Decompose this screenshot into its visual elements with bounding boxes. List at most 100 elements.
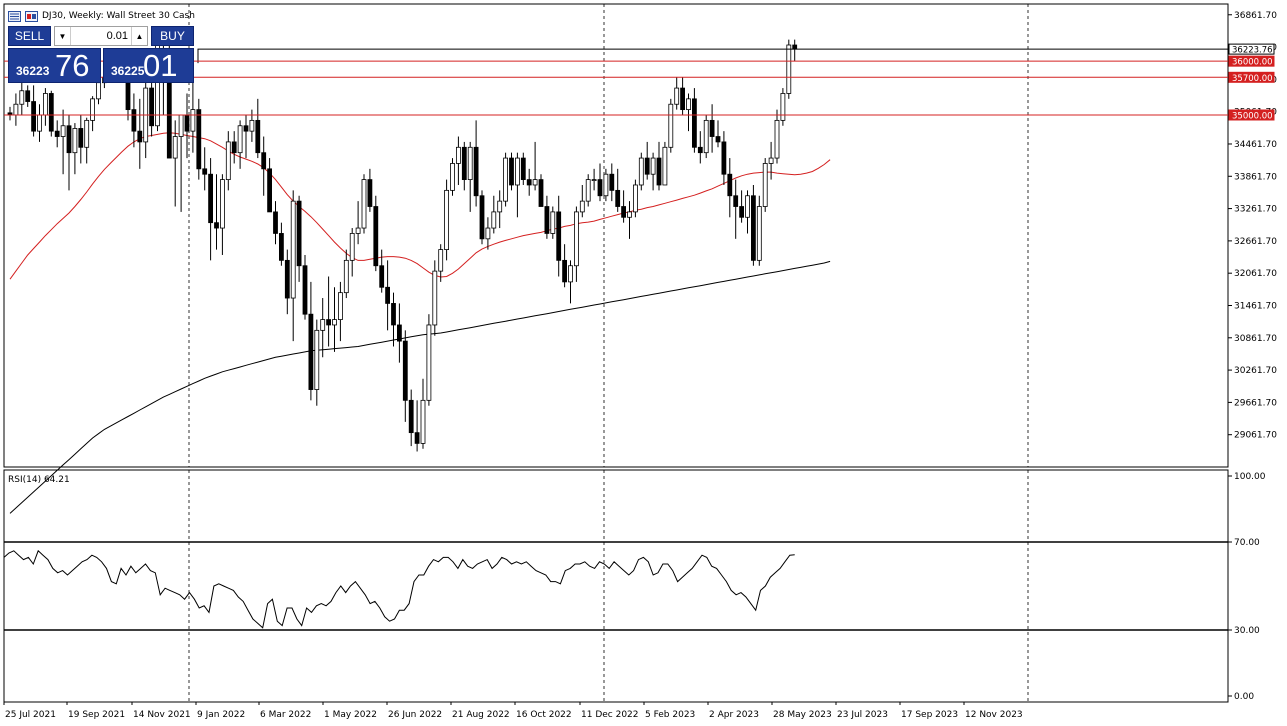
- chevron-down-icon[interactable]: ▼: [55, 27, 71, 45]
- bear-candle-body: [78, 128, 84, 148]
- ask-price-button[interactable]: 36225 01: [103, 48, 194, 83]
- price-axis: 36861.7036261.7035661.7035061.7034461.70…: [1228, 11, 1277, 441]
- chart-menu-icon[interactable]: [8, 10, 21, 22]
- time-tick-label: 12 Nov 2023: [965, 710, 1023, 720]
- bull-candle-body: [219, 179, 225, 229]
- candle: [668, 98, 674, 153]
- time-tick-label: 6 Mar 2022: [260, 710, 311, 720]
- bull-candle-body: [585, 179, 591, 202]
- time-axis: 25 Jul 2021 19 Sep 2021 14 Nov 2021 9 Jan 2…: [3, 702, 1023, 720]
- candle: [225, 131, 231, 191]
- candle: [78, 114, 84, 164]
- chevron-up-icon[interactable]: ▲: [131, 27, 147, 45]
- bear-candle-body: [408, 399, 414, 434]
- bull-candle-body: [343, 259, 349, 294]
- ma-slow-line: [9, 260, 831, 514]
- candle: [461, 141, 467, 191]
- bear-candle-body: [31, 101, 37, 132]
- candle: [43, 88, 48, 126]
- candle: [90, 96, 95, 132]
- candle: [627, 201, 632, 239]
- one-click-trading-icon[interactable]: [25, 10, 38, 22]
- candle: [603, 168, 609, 202]
- candle: [249, 109, 255, 142]
- candle: [219, 174, 225, 255]
- candle: [638, 152, 644, 191]
- bull-candle-body: [574, 211, 579, 267]
- bear-candle-body: [509, 157, 514, 186]
- candle: [149, 77, 155, 137]
- bull-candle-body: [768, 157, 774, 164]
- bear-candle-body: [414, 432, 420, 444]
- candle: [361, 174, 367, 234]
- bear-candle-body: [680, 87, 685, 111]
- bear-candle-body: [615, 189, 621, 207]
- chart-canvas[interactable]: 36861.7036261.7035661.7035061.7034461.70…: [0, 0, 1287, 726]
- bear-candle-body: [214, 222, 219, 229]
- candle: [314, 319, 320, 406]
- candle: [137, 98, 143, 169]
- candle: [792, 39, 798, 62]
- rsi-tick-label: 70.00: [1234, 538, 1260, 548]
- candle: [786, 39, 792, 99]
- bear-candle-body: [391, 303, 396, 326]
- bull-candle-body: [43, 93, 48, 116]
- candle: [780, 88, 786, 126]
- candle: [774, 109, 780, 164]
- bid-price-button[interactable]: 36223 76: [8, 48, 101, 83]
- candle: [644, 141, 650, 180]
- bull-candle-body: [515, 157, 520, 186]
- candle: [308, 281, 314, 401]
- candle: [579, 184, 585, 218]
- candle: [278, 222, 284, 266]
- candle: [455, 136, 461, 185]
- candle: [190, 82, 196, 153]
- candle: [544, 195, 550, 239]
- candle: [66, 114, 72, 191]
- bear-candle-body: [255, 119, 261, 154]
- candle: [568, 260, 573, 304]
- bull-candle-body: [426, 324, 432, 401]
- lot-size-input[interactable]: [71, 30, 131, 42]
- candle: [444, 179, 450, 261]
- candle: [131, 93, 137, 148]
- candle: [585, 174, 591, 207]
- candle: [208, 158, 214, 261]
- bear-candle-body: [473, 146, 479, 197]
- bear-candle-body: [709, 119, 715, 137]
- bear-candle-body: [231, 141, 237, 154]
- time-tick-label: 9 Jan 2022: [197, 710, 245, 720]
- bull-candle-body: [444, 189, 450, 250]
- candle: [296, 195, 302, 282]
- time-tick-label: 5 Feb 2023: [645, 710, 695, 720]
- candle: [237, 120, 243, 169]
- bear-candle-body: [131, 109, 137, 132]
- bull-candle-body: [37, 114, 42, 132]
- candle: [231, 131, 237, 164]
- candle: [515, 152, 520, 218]
- sell-button[interactable]: SELL: [8, 26, 51, 46]
- bear-candle-body: [278, 233, 284, 261]
- candle: [467, 141, 473, 212]
- bear-candle-body: [184, 114, 190, 132]
- bid-price-main: 36223: [16, 64, 50, 78]
- buy-button[interactable]: BUY: [151, 26, 194, 46]
- candle: [367, 168, 373, 212]
- candle: [402, 330, 408, 422]
- time-tick-label: 16 Oct 2022: [516, 710, 572, 720]
- candle: [143, 82, 149, 159]
- candle: [54, 120, 60, 148]
- bear-candle-body: [562, 259, 567, 283]
- candle: [532, 141, 538, 191]
- bull-candle-body: [786, 44, 792, 94]
- candle: [520, 152, 526, 185]
- lot-size-stepper[interactable]: ▼ ▲: [54, 26, 148, 46]
- bear-candle-body: [402, 340, 408, 401]
- bull-candle-body: [603, 173, 609, 197]
- one-click-trading-panel: SELL ▼ ▲ BUY 36223 76 36225 01: [8, 26, 194, 83]
- candle: [733, 179, 739, 239]
- candle: [479, 190, 485, 245]
- candle: [686, 93, 691, 132]
- candle: [355, 201, 361, 245]
- bear-candle-body: [715, 136, 721, 143]
